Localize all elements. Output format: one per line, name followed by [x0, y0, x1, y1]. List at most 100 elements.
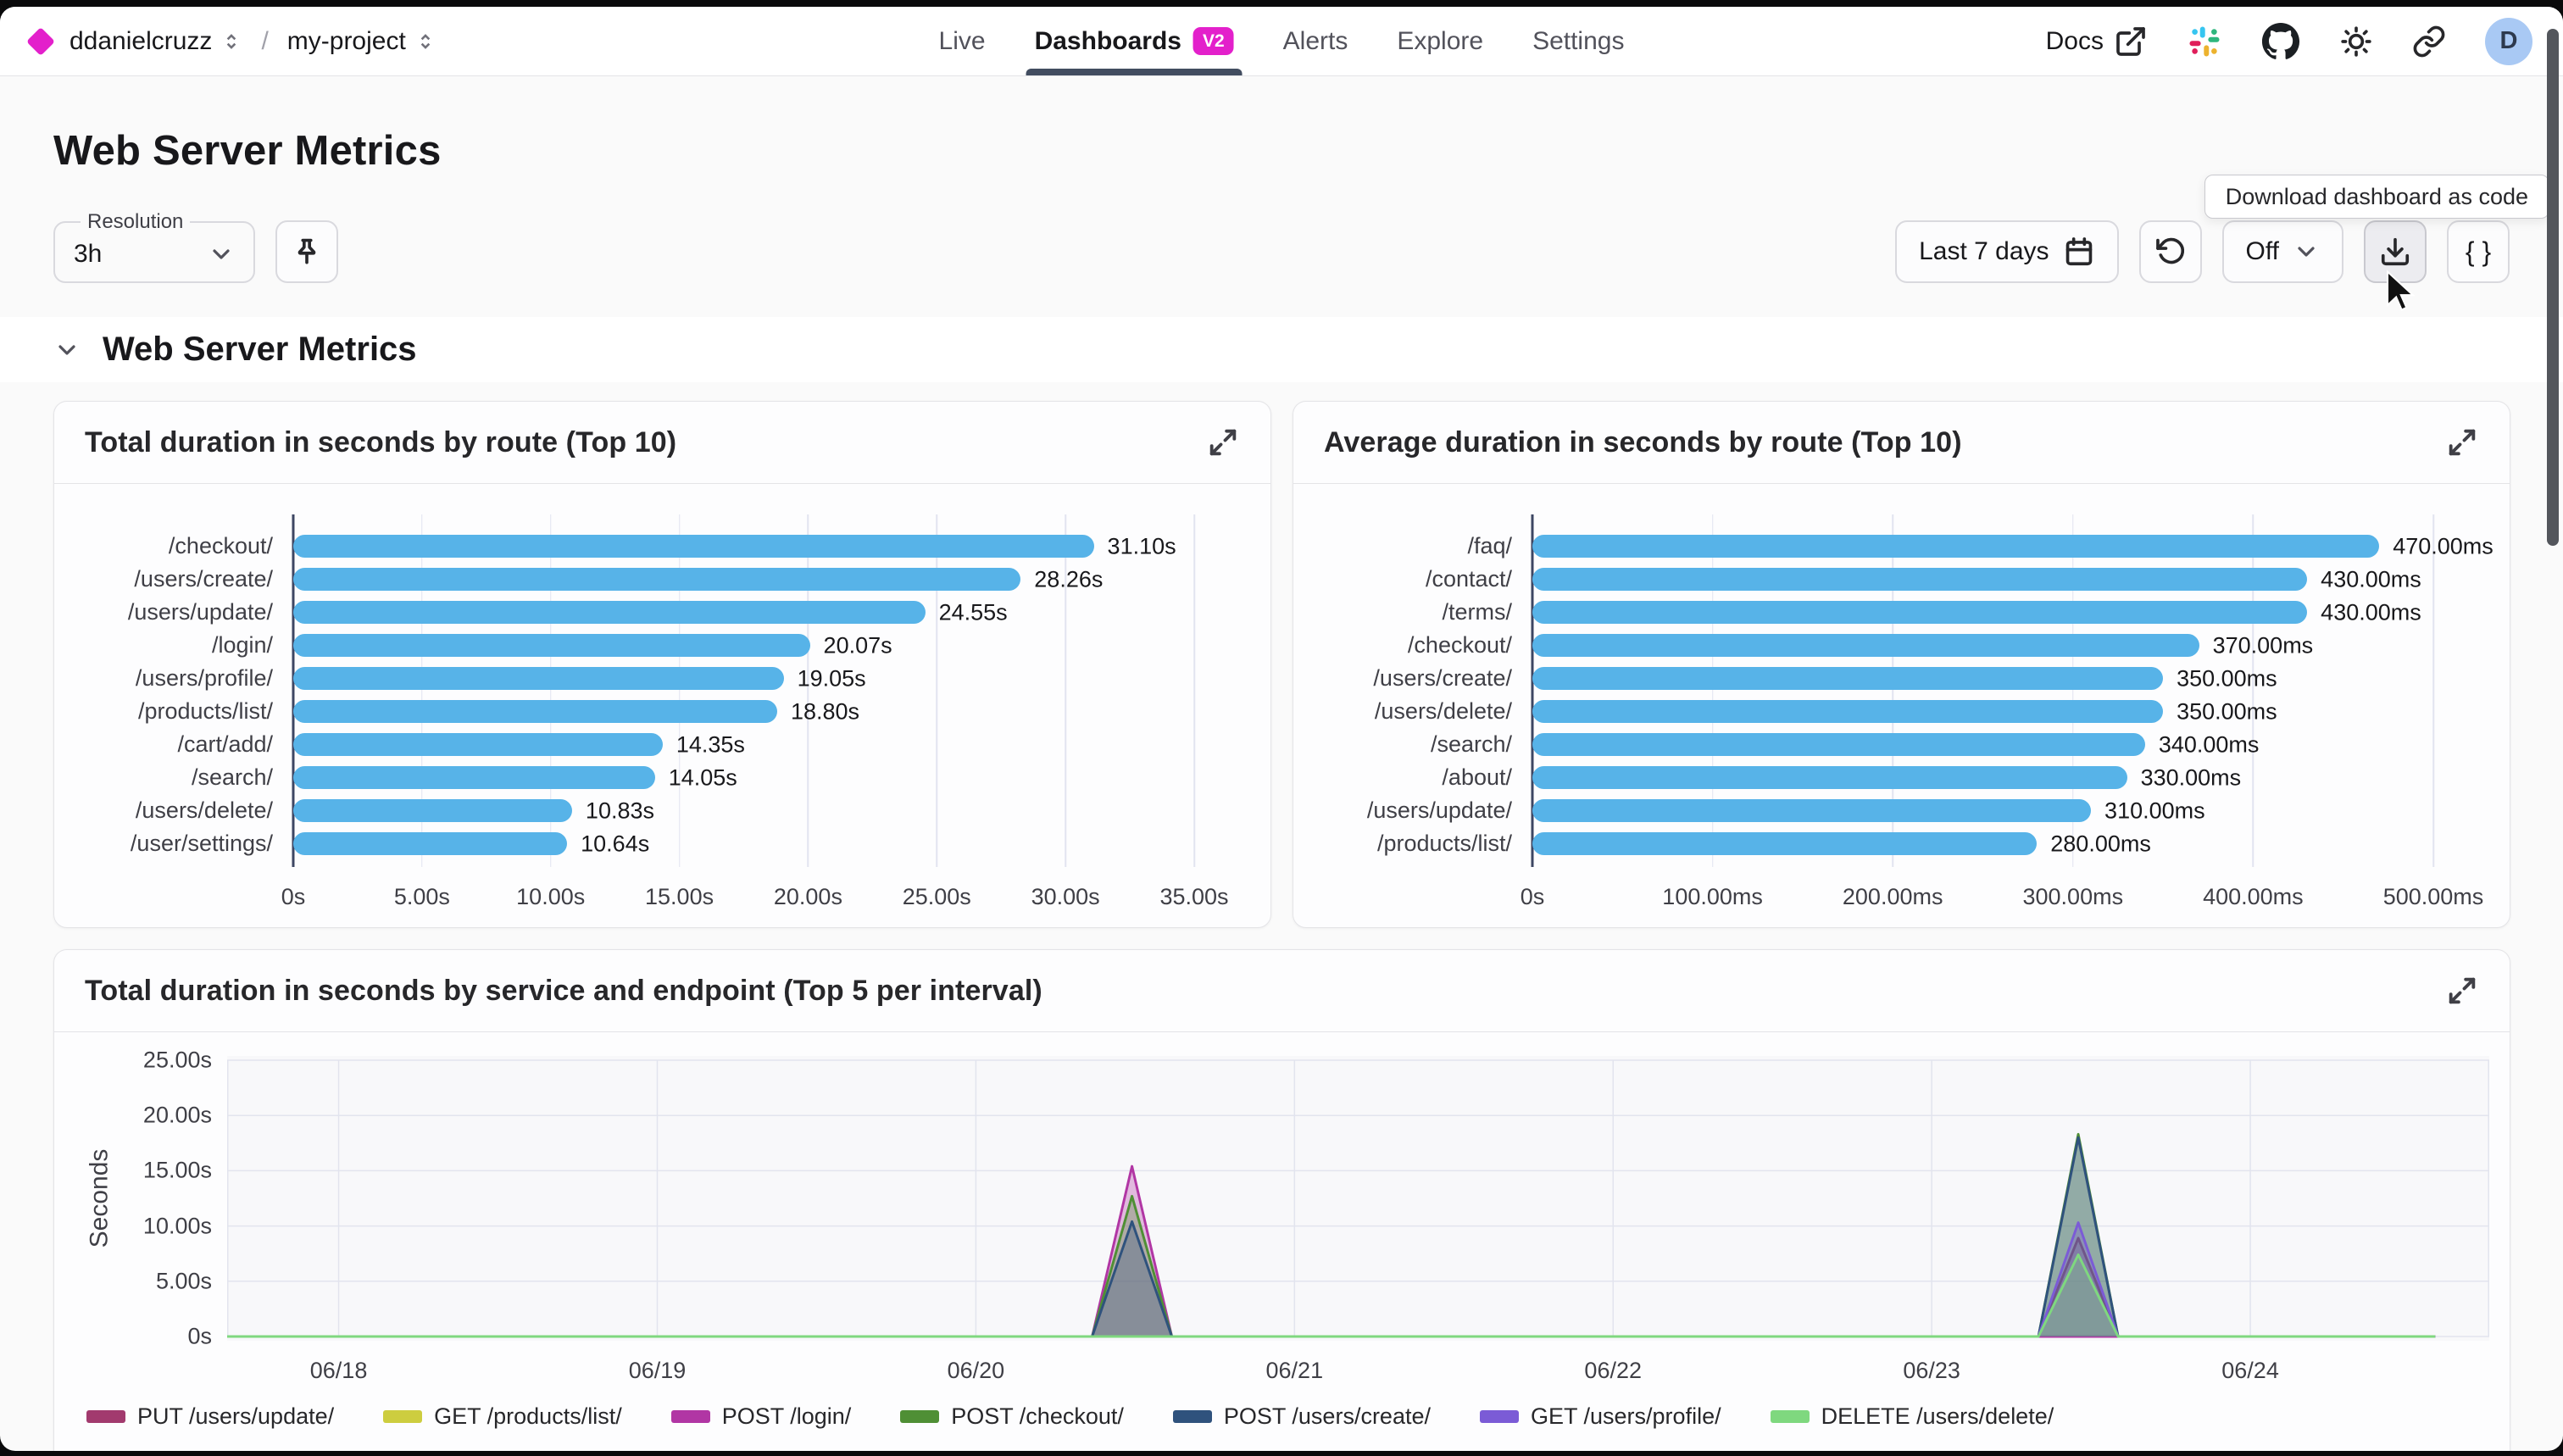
mouse-cursor [2377, 270, 2421, 314]
bar-category-label: /users/update/ [1327, 797, 1532, 824]
bar-row: /contact/430.00ms [1327, 563, 2433, 596]
bar-value-label: 330.00ms [2127, 764, 2242, 791]
legend-item[interactable]: GET /users/profile/ [1480, 1403, 1721, 1430]
bar [293, 766, 655, 789]
x-tick-label: 0s [1521, 884, 1545, 910]
bar [293, 601, 926, 624]
external-link-icon [2114, 25, 2148, 58]
x-axis-ticks: 06/1806/1906/2006/2106/2206/2306/24 [227, 1341, 2489, 1387]
chevron-up-down-icon [220, 31, 242, 53]
bar-value-label: 31.10s [1094, 533, 1176, 559]
legend-item[interactable]: POST /checkout/ [900, 1403, 1124, 1430]
bar-row: /users/delete/10.83s [88, 794, 1194, 827]
github-icon[interactable] [2261, 22, 2300, 61]
bar-value-label: 10.64s [567, 831, 649, 857]
tab-explore[interactable]: Explore [1397, 7, 1483, 75]
section-header[interactable]: Web Server Metrics [0, 317, 2563, 382]
bar-value-label: 310.00ms [2091, 797, 2205, 824]
y-tick-label: 5.00s [156, 1268, 212, 1294]
y-tick-label: 10.00s [143, 1213, 212, 1239]
tab-label: Dashboards [1035, 27, 1181, 56]
bar-value-label: 14.05s [655, 764, 737, 791]
legend-label: POST /checkout/ [951, 1403, 1124, 1430]
bar-value-label: 24.55s [926, 599, 1008, 625]
resolution-label: Resolution [81, 210, 190, 234]
tab-settings[interactable]: Settings [1532, 7, 1624, 75]
dashboard-code-button[interactable]: { } [2447, 220, 2510, 283]
legend-item[interactable]: POST /login/ [671, 1403, 852, 1430]
bar [293, 733, 663, 756]
x-tick-label: 06/20 [948, 1358, 1005, 1384]
bar-chart: /checkout/31.10s/users/create/28.26s/use… [88, 514, 1237, 916]
org-switcher[interactable]: ddanielcruzz [69, 27, 242, 56]
x-tick-label: 300.00ms [2023, 884, 2124, 910]
pin-icon [291, 236, 323, 268]
bar-category-label: /users/delete/ [88, 797, 293, 824]
legend-item[interactable]: POST /users/create/ [1173, 1403, 1431, 1430]
bar [293, 700, 777, 723]
bar-value-label: 430.00ms [2307, 599, 2421, 625]
bar-row: /checkout/31.10s [88, 530, 1194, 563]
theme-sun-icon[interactable] [2339, 25, 2373, 58]
bar [1532, 733, 2145, 756]
expand-icon[interactable] [2445, 974, 2479, 1008]
tab-alerts[interactable]: Alerts [1283, 7, 1348, 75]
bar-row: /users/update/310.00ms [1327, 794, 2433, 827]
x-tick-label: 06/23 [1903, 1358, 1960, 1384]
section-title: Web Server Metrics [103, 331, 417, 369]
top-nav: ddanielcruzz / my-project Live Dashboards… [0, 7, 2563, 76]
bar [293, 568, 1020, 591]
legend-item[interactable]: DELETE /users/delete/ [1771, 1403, 2054, 1430]
x-tick-label: 30.00s [1031, 884, 1100, 910]
legend-label: GET /products/list/ [434, 1403, 622, 1430]
y-axis-ticks: 0s5.00s10.00s15.00s20.00s25.00s [124, 1056, 227, 1341]
refresh-button[interactable] [2139, 220, 2202, 283]
legend-label: DELETE /users/delete/ [1821, 1403, 2054, 1430]
x-tick-label: 400.00ms [2203, 884, 2304, 910]
breadcrumb: ddanielcruzz / my-project [31, 27, 436, 56]
chevron-down-icon [208, 241, 235, 268]
scrollbar-thumb[interactable] [2547, 29, 2559, 546]
resolution-select[interactable]: Resolution 3h [53, 210, 255, 283]
x-tick-label: 06/24 [2221, 1358, 2279, 1384]
legend-swatch [1480, 1410, 1519, 1423]
expand-icon[interactable] [1206, 425, 1240, 459]
slack-icon[interactable] [2187, 24, 2222, 59]
bar-category-label: /users/create/ [88, 566, 293, 592]
tab-live[interactable]: Live [939, 7, 986, 75]
time-range-label: Last 7 days [1919, 237, 2049, 266]
tab-dashboards[interactable]: DashboardsV2 [1035, 7, 1234, 75]
legend-item[interactable]: GET /products/list/ [383, 1403, 622, 1430]
docs-link[interactable]: Docs [2046, 25, 2148, 58]
x-tick-label: 06/18 [310, 1358, 368, 1384]
legend-swatch [1173, 1410, 1212, 1423]
share-link-icon[interactable] [2412, 25, 2446, 58]
expand-icon[interactable] [2445, 425, 2479, 459]
bar-row: /users/update/24.55s [88, 596, 1194, 629]
time-range-button[interactable]: Last 7 days [1895, 220, 2118, 283]
legend-label: POST /login/ [722, 1403, 852, 1430]
bar-row: /search/14.05s [88, 761, 1194, 794]
docs-label: Docs [2046, 27, 2104, 56]
download-icon [2379, 236, 2411, 268]
project-switcher[interactable]: my-project [287, 27, 436, 56]
x-tick-label: 5.00s [394, 884, 450, 910]
bar-value-label: 28.26s [1020, 566, 1103, 592]
app-window: ddanielcruzz / my-project Live Dashboards… [0, 7, 2563, 1451]
legend-item[interactable]: PUT /users/update/ [86, 1403, 334, 1430]
bar [293, 799, 572, 822]
bar-value-label: 350.00ms [2163, 698, 2277, 725]
chevron-down-icon [53, 336, 81, 364]
breadcrumb-separator: / [261, 27, 268, 56]
plot-area [227, 1056, 2489, 1341]
bar-row: /search/340.00ms [1327, 728, 2433, 761]
user-avatar[interactable]: D [2485, 18, 2532, 65]
bar [1532, 535, 2379, 558]
bar-category-label: /checkout/ [1327, 632, 1532, 659]
pin-resolution-button[interactable] [275, 220, 338, 283]
auto-refresh-select[interactable]: Off [2222, 220, 2343, 283]
legend-label: PUT /users/update/ [137, 1403, 334, 1430]
bar-row: /user/settings/10.64s [88, 827, 1194, 860]
x-tick-label: 25.00s [903, 884, 971, 910]
bar [293, 535, 1094, 558]
